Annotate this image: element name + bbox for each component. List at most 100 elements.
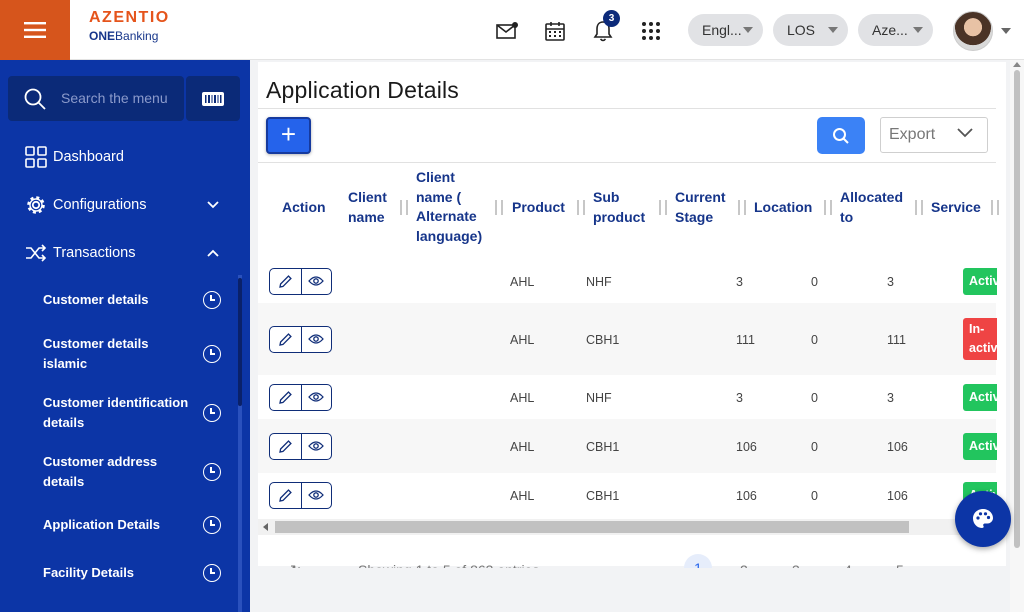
sidebar-item-label: Dashboard bbox=[53, 149, 124, 165]
sidebar-subitem-label: Application Details bbox=[43, 517, 161, 532]
column-header-product[interactable]: Product bbox=[512, 198, 565, 218]
cell-current-stage: 106 bbox=[736, 489, 757, 503]
sidebar-subitem-facility-details[interactable]: Facility Details bbox=[43, 563, 233, 583]
chevron-down-icon bbox=[913, 27, 923, 33]
sort-icon[interactable] bbox=[656, 198, 670, 218]
edit-pencil-icon[interactable] bbox=[278, 439, 293, 454]
barcode-icon bbox=[202, 91, 224, 106]
clock-icon bbox=[203, 516, 221, 534]
export-label: Export bbox=[889, 126, 936, 143]
edit-pencil-icon[interactable] bbox=[278, 390, 293, 405]
status-badge: In-active bbox=[963, 318, 997, 360]
language-select[interactable]: Engl... bbox=[688, 14, 763, 46]
cell-location: 0 bbox=[811, 391, 818, 405]
hamburger-icon bbox=[24, 22, 46, 38]
table-row bbox=[258, 419, 996, 473]
notification-count-badge: 3 bbox=[603, 10, 620, 27]
cell-location: 0 bbox=[811, 333, 818, 347]
scroll-left-arrow-icon[interactable] bbox=[263, 523, 268, 531]
brand-logo[interactable]: AZENTIO ONEBanking bbox=[89, 9, 170, 44]
cell-product: AHL bbox=[510, 489, 535, 503]
edit-pencil-icon[interactable] bbox=[278, 332, 293, 347]
column-header-location[interactable]: Location bbox=[754, 198, 812, 218]
sidebar-scroll-thumb[interactable] bbox=[238, 278, 242, 406]
sort-icon[interactable] bbox=[912, 198, 926, 218]
cell-sub-product: NHF bbox=[586, 391, 612, 405]
divider bbox=[258, 108, 996, 109]
sort-icon[interactable] bbox=[735, 198, 749, 218]
table-search-button[interactable] bbox=[817, 117, 865, 154]
export-dropdown[interactable]: Export bbox=[880, 117, 988, 153]
brand-subtitle: ONEBanking bbox=[89, 29, 159, 43]
menu-search-box[interactable] bbox=[8, 76, 184, 121]
sort-icon[interactable] bbox=[574, 198, 588, 218]
menu-toggle-button[interactable] bbox=[0, 0, 70, 60]
page-scroll-thumb[interactable] bbox=[1014, 70, 1020, 548]
user-avatar[interactable] bbox=[953, 11, 993, 51]
view-eye-icon[interactable] bbox=[308, 333, 324, 345]
mail-icon[interactable] bbox=[495, 19, 519, 43]
sidebar: Dashboard Configurations Transactions Cu… bbox=[0, 60, 250, 612]
column-header-allocated-to[interactable]: Allocated to bbox=[840, 188, 908, 227]
sort-icon[interactable] bbox=[821, 198, 835, 218]
sidebar-subitem-label: Customer identification details bbox=[43, 395, 189, 430]
theme-palette-button[interactable] bbox=[955, 491, 1011, 547]
menu-search-input[interactable] bbox=[61, 88, 176, 108]
edit-pencil-icon[interactable] bbox=[278, 274, 293, 289]
column-header-service[interactable]: Service bbox=[931, 198, 981, 218]
cell-current-stage: 111 bbox=[736, 333, 756, 347]
sidebar-subitem-customer-address-details[interactable]: Customer address details bbox=[43, 452, 233, 492]
sidebar-subitem-label: Customer details islamic bbox=[43, 336, 149, 371]
page-title: Application Details bbox=[266, 77, 460, 103]
view-eye-icon[interactable] bbox=[308, 489, 324, 501]
sort-icon[interactable] bbox=[988, 198, 1002, 218]
dashboard-icon bbox=[24, 145, 48, 169]
sort-icon[interactable] bbox=[397, 198, 411, 218]
clock-icon bbox=[203, 463, 221, 481]
table-horizontal-scrollbar[interactable] bbox=[258, 519, 996, 535]
view-eye-icon[interactable] bbox=[308, 391, 324, 403]
entity-select[interactable]: Aze... bbox=[858, 14, 933, 46]
table-scroll-thumb[interactable] bbox=[275, 521, 909, 533]
palette-icon bbox=[973, 509, 993, 528]
view-eye-icon[interactable] bbox=[308, 275, 324, 287]
sort-icon[interactable] bbox=[492, 198, 506, 218]
sidebar-subitem-customer-identification-details[interactable]: Customer identification details bbox=[43, 393, 233, 433]
cell-sub-product: CBH1 bbox=[586, 489, 620, 503]
sidebar-subitem-customer-details[interactable]: Customer details bbox=[43, 290, 233, 310]
cell-current-stage: 3 bbox=[736, 391, 743, 405]
clock-icon bbox=[203, 291, 221, 309]
top-header: AZENTIO ONEBanking 3 Engl... LOS Aze... bbox=[0, 0, 1024, 60]
view-eye-icon[interactable] bbox=[308, 440, 324, 452]
cell-location: 0 bbox=[811, 440, 818, 454]
sidebar-item-configurations[interactable]: Configurations bbox=[0, 194, 240, 216]
sidebar-item-dashboard[interactable]: Dashboard bbox=[0, 146, 240, 168]
chevron-up-icon bbox=[207, 249, 219, 257]
module-select[interactable]: LOS bbox=[773, 14, 848, 46]
column-header-sub-product[interactable]: Sub product bbox=[593, 188, 653, 227]
column-header-client-name[interactable]: Client name bbox=[348, 188, 396, 227]
column-header-client-name-alt[interactable]: Client name ( Alternate language) bbox=[416, 168, 490, 246]
cell-product: AHL bbox=[510, 440, 535, 454]
page-scrollbar[interactable] bbox=[1010, 60, 1024, 612]
clock-icon bbox=[203, 404, 221, 422]
cell-current-stage: 3 bbox=[736, 275, 743, 289]
shuffle-icon bbox=[24, 241, 48, 265]
barcode-button[interactable] bbox=[186, 76, 240, 121]
sidebar-subitem-application-details[interactable]: Application Details bbox=[43, 515, 233, 535]
brand-name: AZENTIO bbox=[89, 9, 170, 26]
divider bbox=[258, 162, 996, 163]
user-menu-chevron-icon[interactable] bbox=[1001, 28, 1011, 34]
add-button[interactable]: + bbox=[266, 117, 311, 154]
scroll-up-arrow-icon[interactable] bbox=[1013, 62, 1021, 67]
cell-sub-product: NHF bbox=[586, 275, 612, 289]
sidebar-item-transactions[interactable]: Transactions bbox=[0, 242, 240, 264]
calendar-icon[interactable] bbox=[543, 19, 567, 43]
edit-pencil-icon[interactable] bbox=[278, 488, 293, 503]
column-header-current-stage[interactable]: Current Stage bbox=[675, 188, 733, 227]
sidebar-subitem-customer-details-islamic[interactable]: Customer details islamic bbox=[43, 334, 233, 374]
search-icon bbox=[833, 127, 849, 144]
apps-grid-icon[interactable] bbox=[639, 19, 663, 43]
column-header-action[interactable]: Action bbox=[282, 198, 326, 218]
page-footer-area bbox=[250, 568, 1010, 612]
